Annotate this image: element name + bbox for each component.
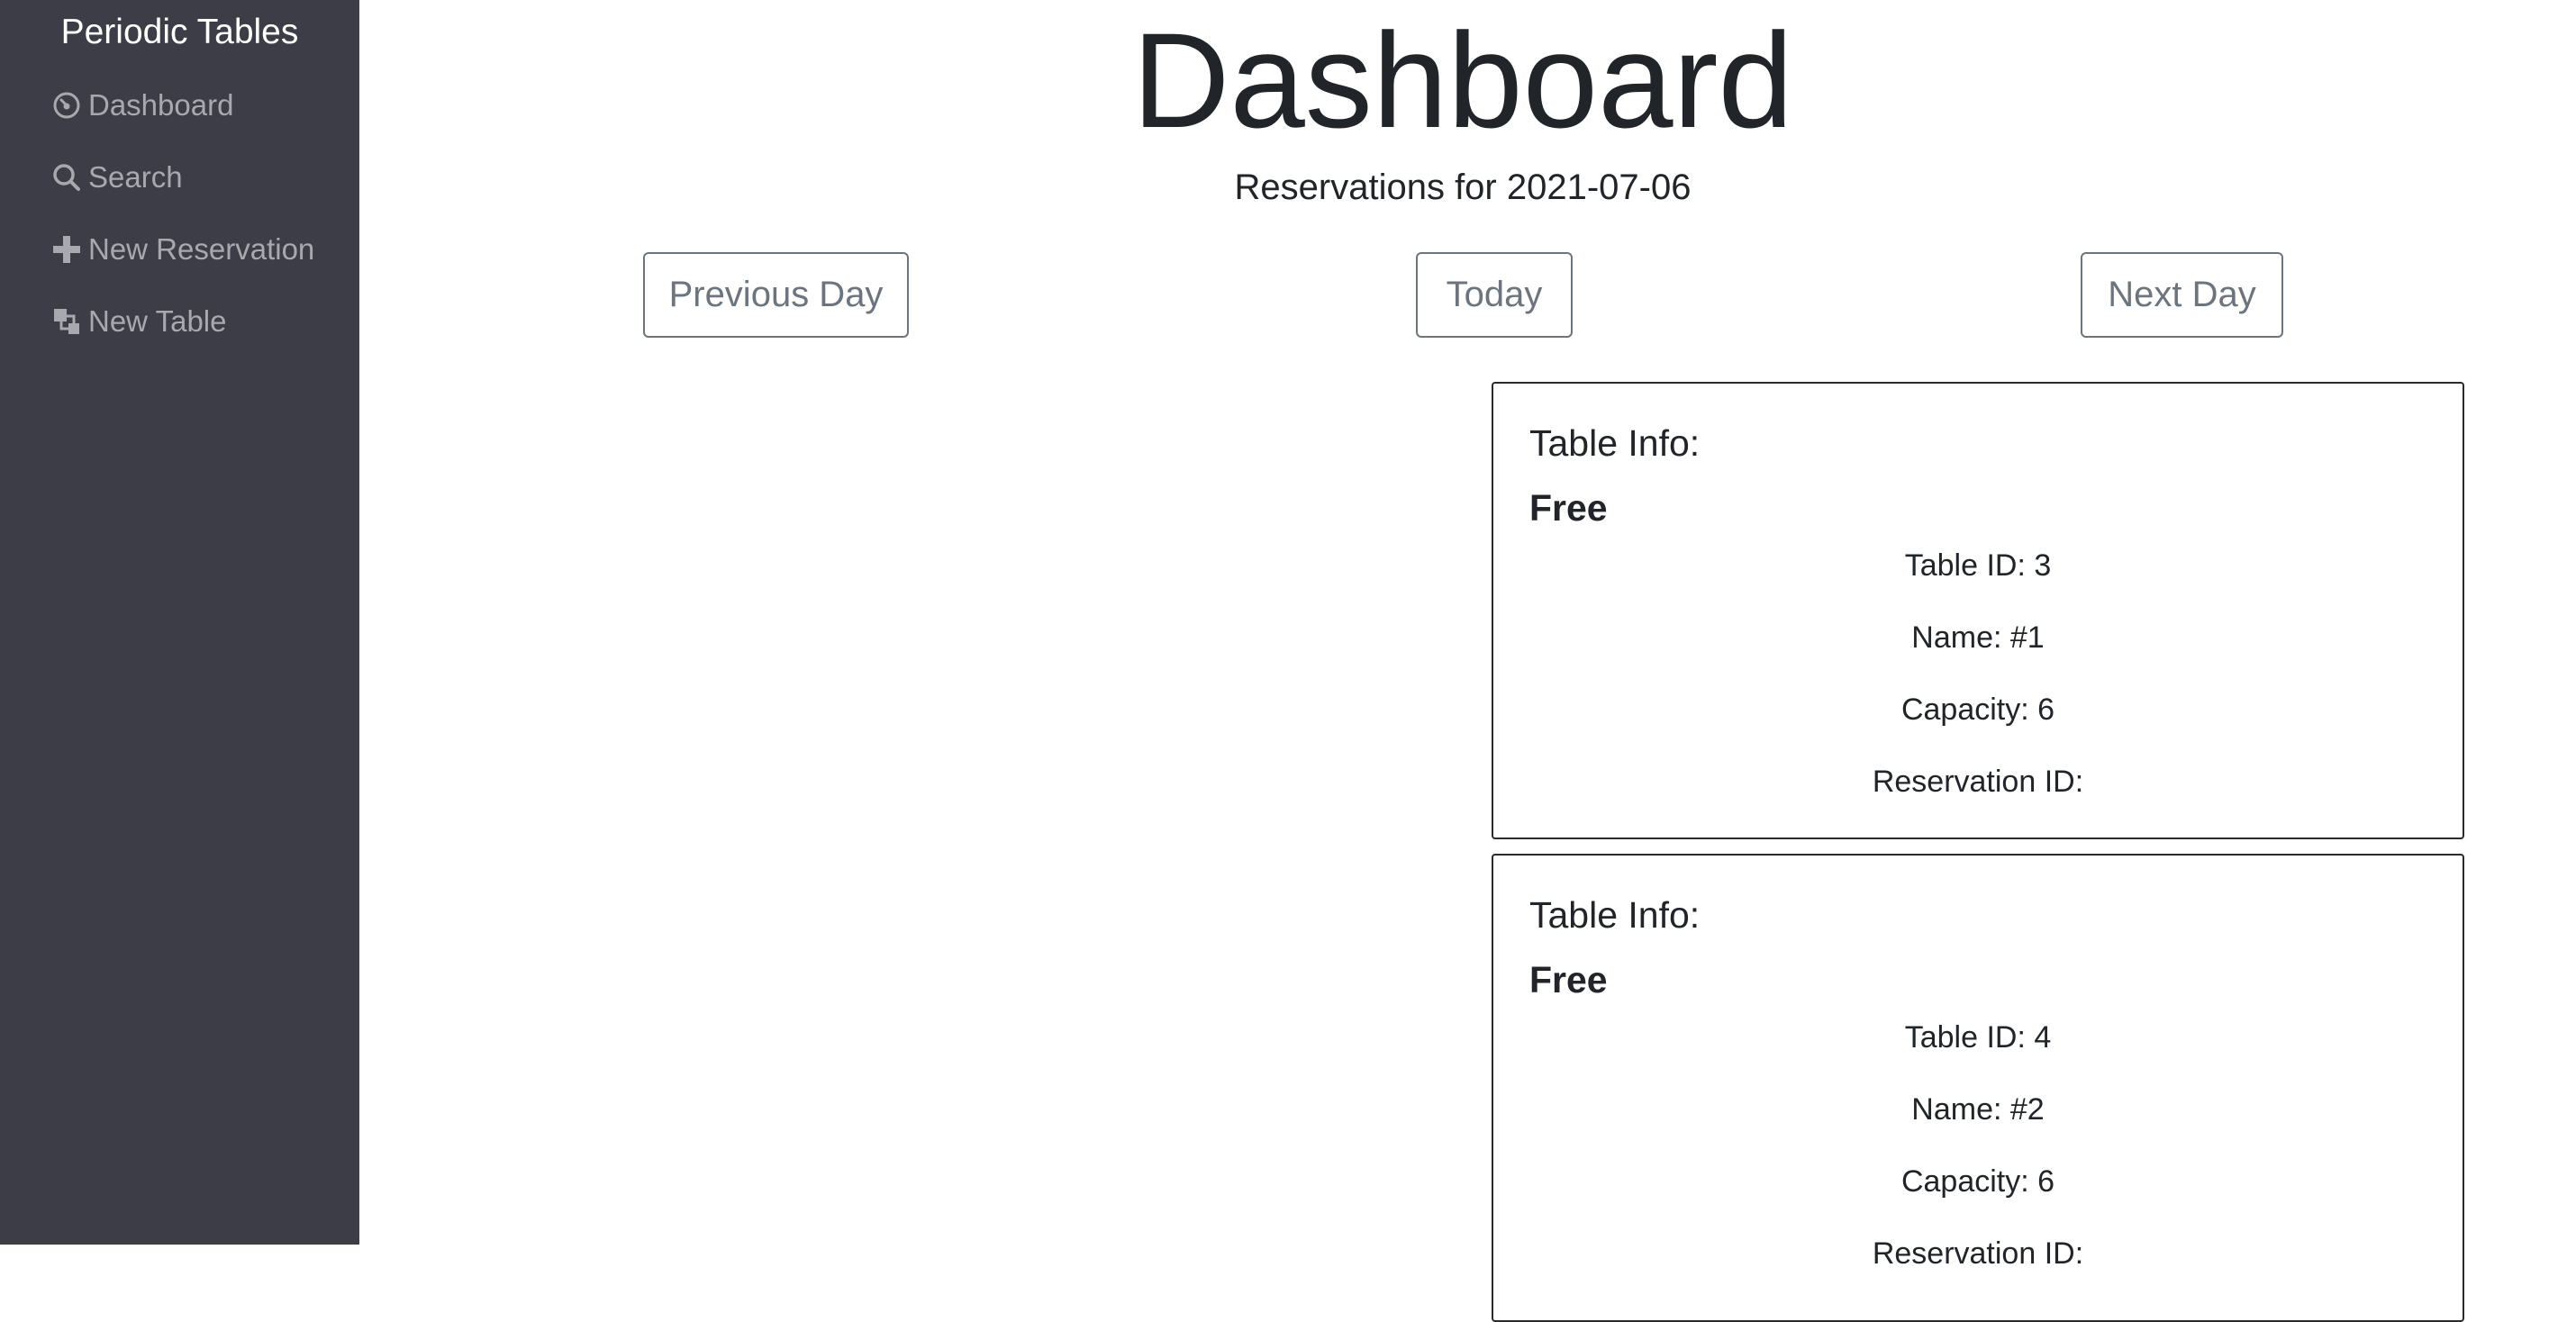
sidebar-item-label: Dashboard bbox=[88, 88, 234, 122]
sidebar-item-dashboard[interactable]: Dashboard bbox=[50, 84, 233, 127]
sidebar-item-new-table[interactable]: New Table bbox=[50, 300, 226, 343]
table-card-header: Table Info: bbox=[1529, 894, 1701, 936]
layers-icon bbox=[50, 305, 83, 338]
sidebar-item-new-reservation[interactable]: New Reservation bbox=[50, 228, 314, 271]
table-capacity: Capacity: 6 bbox=[1900, 1164, 2055, 1199]
table-card: Table Info: Free Table ID: 3 Name: #1 Ca… bbox=[1492, 382, 2464, 839]
sidebar-item-label: Search bbox=[88, 160, 183, 194]
table-name: Name: #2 bbox=[1911, 1092, 2045, 1127]
page-title: Dashboard bbox=[1132, 5, 1793, 156]
table-card-header: Table Info: bbox=[1529, 422, 1701, 464]
table-reservation-id: Reservation ID: bbox=[1872, 765, 2084, 799]
table-status: Free bbox=[1529, 487, 1608, 529]
table-name: Name: #1 bbox=[1911, 620, 2045, 655]
plus-icon bbox=[50, 233, 83, 266]
next-day-button[interactable]: Next Day bbox=[2081, 252, 2283, 338]
table-status: Free bbox=[1529, 959, 1608, 1001]
reservations-date-subtitle: Reservations for 2021-07-06 bbox=[1234, 168, 1692, 207]
previous-day-button[interactable]: Previous Day bbox=[643, 252, 909, 338]
sidebar-item-search[interactable]: Search bbox=[50, 156, 183, 199]
table-id: Table ID: 3 bbox=[1904, 548, 2052, 583]
table-card: Table Info: Free Table ID: 4 Name: #2 Ca… bbox=[1492, 854, 2464, 1322]
table-id: Table ID: 4 bbox=[1904, 1020, 2052, 1055]
table-capacity: Capacity: 6 bbox=[1900, 693, 2055, 727]
sidebar-item-label: New Reservation bbox=[88, 232, 315, 266]
sidebar: Periodic Tables Dashboard Search New Res… bbox=[0, 0, 359, 1245]
brand-title[interactable]: Periodic Tables bbox=[0, 11, 359, 54]
search-icon bbox=[50, 161, 83, 194]
dashboard-gauge-icon bbox=[50, 89, 83, 122]
table-reservation-id: Reservation ID: bbox=[1872, 1236, 2084, 1271]
main-content: Dashboard Reservations for 2021-07-06 Pr… bbox=[359, 0, 2576, 1322]
today-button[interactable]: Today bbox=[1416, 252, 1573, 338]
sidebar-item-label: New Table bbox=[88, 304, 227, 338]
